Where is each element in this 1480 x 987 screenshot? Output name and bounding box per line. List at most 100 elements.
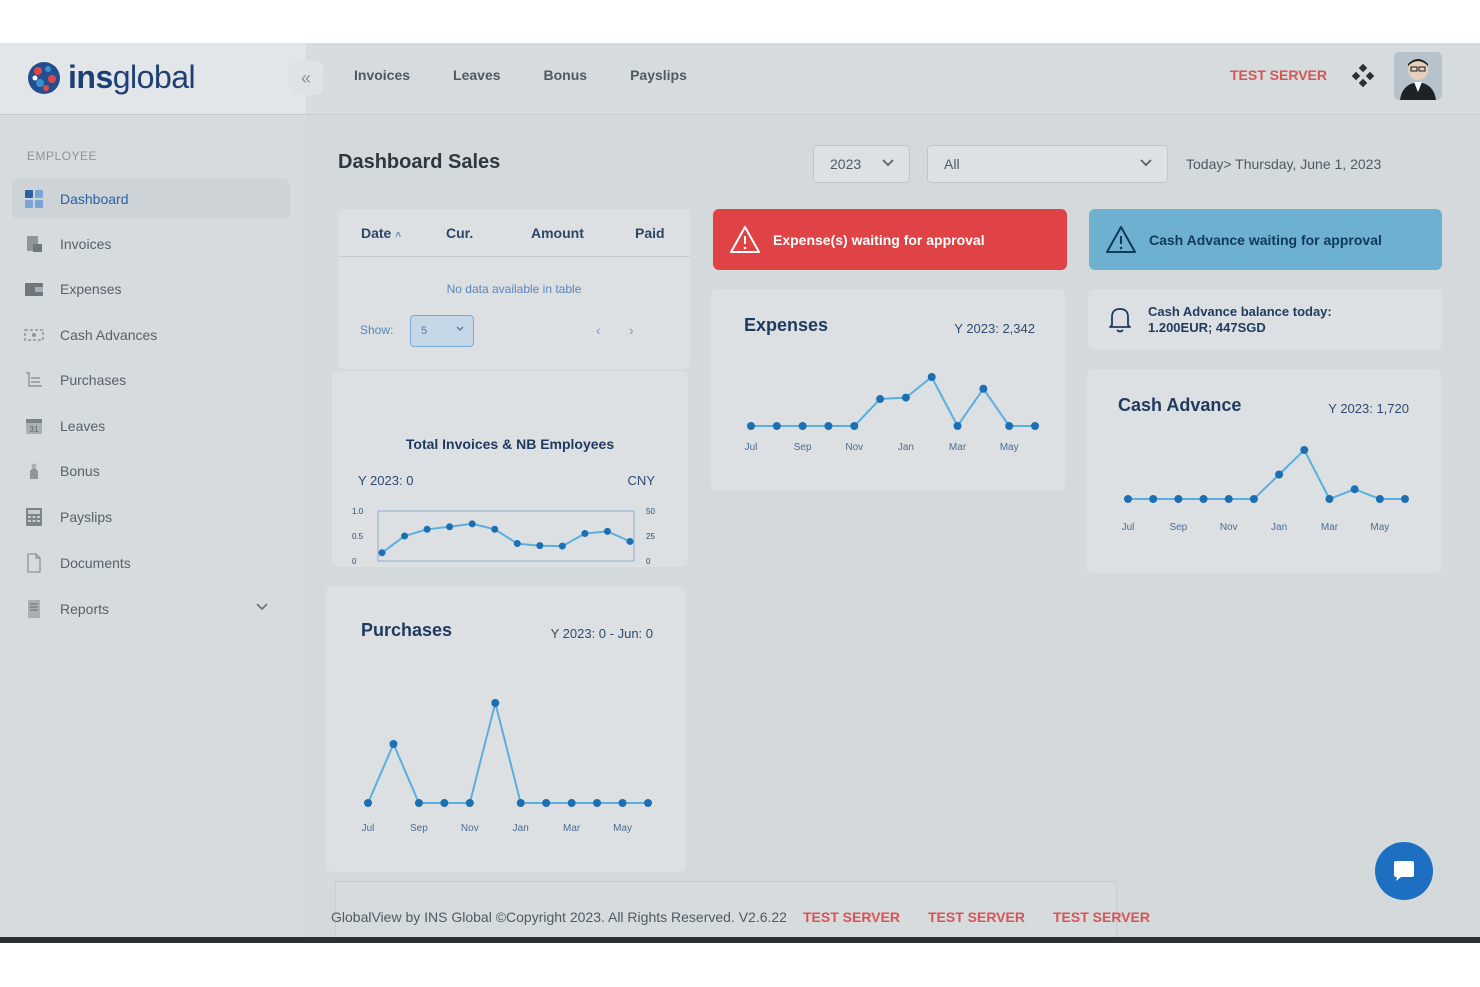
cash-balance-card: Cash Advance balance today: 1.200EUR; 44… bbox=[1088, 289, 1442, 350]
expense-approval-alert[interactable]: Expense(s) waiting for approval bbox=[713, 209, 1067, 270]
apps-icon[interactable] bbox=[1351, 64, 1375, 88]
topnav-payslips[interactable]: Payslips bbox=[630, 67, 687, 83]
topnav-bonus[interactable]: Bonus bbox=[544, 67, 588, 83]
data-point bbox=[491, 699, 500, 707]
data-point bbox=[1174, 495, 1183, 503]
chart-title: Cash Advance bbox=[1118, 395, 1241, 415]
chart-title: Total Invoices & NB Employees bbox=[406, 436, 614, 452]
purchases-card: Purchases Y 2023: 0 - Jun: 0 Jul Sep Nov Jan M… bbox=[326, 586, 686, 872]
data-point bbox=[979, 384, 988, 393]
chart-summary: Y 2023: 1,720 bbox=[1328, 401, 1409, 416]
test-server-tag: TEST SERVER bbox=[927, 909, 1025, 925]
chevron-down-icon[interactable] bbox=[254, 599, 270, 618]
data-point bbox=[1149, 495, 1158, 503]
x-tick-label: Jul bbox=[362, 823, 375, 834]
chat-icon bbox=[1394, 861, 1414, 881]
sidebar-item-purchases[interactable]: Purchases bbox=[12, 360, 290, 400]
data-point bbox=[567, 799, 576, 807]
column-paid[interactable]: Paid bbox=[635, 225, 665, 241]
data-point bbox=[558, 542, 566, 550]
x-tick-label: Jan bbox=[898, 442, 914, 453]
user-avatar[interactable] bbox=[1394, 52, 1442, 100]
sidebar-item-reports[interactable]: Reports bbox=[12, 589, 290, 629]
copyright-text: GlobalView by INS Global ©Copyright 2023… bbox=[331, 909, 787, 925]
column-currency[interactable]: Cur. bbox=[446, 225, 473, 241]
test-server-tag: TEST SERVER bbox=[802, 909, 900, 925]
sidebar-item-leaves[interactable]: 31 Leaves bbox=[12, 406, 290, 446]
chart-currency: CNY bbox=[628, 473, 656, 488]
sidebar-item-documents[interactable]: Documents bbox=[12, 543, 290, 583]
sidebar-item-invoices[interactable]: Invoices bbox=[12, 224, 290, 264]
y-left-tick: 0 bbox=[352, 557, 357, 566]
bonus-icon bbox=[24, 461, 44, 481]
expenses-chart: Expenses Y 2023: 2,342 Jul Sep Nov Jan Mar May bbox=[744, 315, 1039, 453]
cash-advance-chart: Cash Advance Y 2023: 1,720 Jul Sep Nov Jan Mar… bbox=[1118, 395, 1409, 533]
series-line bbox=[381, 522, 631, 554]
x-tick-label: May bbox=[1370, 522, 1389, 533]
chat-button[interactable] bbox=[1375, 842, 1433, 900]
sidebar-item-cash-advances[interactable]: Cash Advances bbox=[12, 315, 290, 355]
data-point bbox=[901, 393, 910, 402]
cash-advance-approval-alert[interactable]: Cash Advance waiting for approval bbox=[1089, 209, 1442, 270]
data-point bbox=[1005, 422, 1014, 430]
chart-title: Expenses bbox=[744, 315, 828, 335]
cash-advance-card: Cash Advance Y 2023: 1,720 Jul Sep Nov Jan Mar… bbox=[1087, 369, 1441, 573]
data-point bbox=[1375, 495, 1384, 503]
purchases-chart: Purchases Y 2023: 0 - Jun: 0 Jul Sep Nov Jan M… bbox=[361, 620, 653, 834]
chart-title: Purchases bbox=[361, 620, 452, 640]
data-point bbox=[1124, 495, 1132, 503]
brand-logo[interactable]: insglobal bbox=[26, 59, 196, 96]
scope-select[interactable]: All bbox=[927, 145, 1168, 183]
prev-page-button[interactable]: ‹ bbox=[596, 322, 601, 338]
data-point bbox=[536, 542, 544, 550]
brand-name: insglobal bbox=[68, 59, 196, 95]
column-date[interactable]: Date ˄ bbox=[361, 225, 401, 241]
cash-balance-text: Cash Advance balance today: 1.200EUR; 44… bbox=[1148, 304, 1332, 336]
cash-balance-value: 1.200EUR; 447SGD bbox=[1148, 320, 1266, 335]
x-tick-label: Jul bbox=[1122, 522, 1135, 533]
topnav-leaves[interactable]: Leaves bbox=[453, 67, 500, 83]
svg-text:31: 31 bbox=[30, 425, 39, 434]
x-tick-label: Mar bbox=[563, 823, 581, 834]
sort-asc-icon: ˄ bbox=[395, 229, 402, 241]
test-server-tag: TEST SERVER bbox=[1052, 909, 1150, 925]
data-point bbox=[516, 799, 525, 807]
server-label: TEST SERVER bbox=[1230, 67, 1327, 83]
sidebar-item-bonus[interactable]: Bonus bbox=[12, 451, 290, 491]
data-point bbox=[626, 537, 634, 545]
collapse-sidebar-button[interactable]: « bbox=[289, 61, 323, 95]
document-icon bbox=[24, 553, 44, 573]
report-icon bbox=[24, 599, 44, 619]
globe-logo-icon bbox=[28, 61, 60, 94]
sidebar-item-payslips[interactable]: Payslips bbox=[12, 497, 290, 537]
y-right-tick: 0 bbox=[646, 557, 651, 566]
page-size-select[interactable]: 5 bbox=[410, 315, 474, 347]
data-point bbox=[378, 549, 386, 557]
sidebar-item-dashboard[interactable]: Dashboard bbox=[12, 179, 290, 219]
data-point bbox=[593, 799, 602, 807]
footer: GlobalView by INS Global ©Copyright 2023… bbox=[331, 909, 1150, 925]
data-point bbox=[1031, 422, 1039, 430]
next-page-button[interactable]: › bbox=[629, 322, 634, 338]
data-point bbox=[423, 525, 431, 533]
year-select[interactable]: 2023 bbox=[813, 145, 910, 183]
x-tick-label: Jan bbox=[513, 823, 529, 834]
alert-text: Expense(s) waiting for approval bbox=[773, 231, 985, 248]
column-amount[interactable]: Amount bbox=[531, 225, 584, 241]
data-point bbox=[953, 422, 962, 430]
data-point bbox=[1325, 495, 1334, 503]
warning-icon bbox=[1106, 225, 1136, 253]
y-right-tick: 25 bbox=[646, 532, 655, 541]
chevron-down-icon bbox=[455, 324, 465, 337]
topnav-invoices[interactable]: Invoices bbox=[354, 67, 410, 83]
page-title: Dashboard Sales bbox=[338, 151, 501, 173]
x-tick-label: Sep bbox=[410, 823, 428, 834]
page-size-label: Show: bbox=[360, 323, 394, 337]
avatar-icon bbox=[1394, 52, 1442, 100]
page-size-value: 5 bbox=[421, 325, 428, 337]
data-point bbox=[542, 799, 551, 807]
sidebar-item-label: Documents bbox=[60, 555, 131, 571]
data-point bbox=[1224, 495, 1233, 503]
sidebar-item-expenses[interactable]: Expenses bbox=[12, 269, 290, 309]
chevron-down-icon bbox=[881, 156, 895, 173]
